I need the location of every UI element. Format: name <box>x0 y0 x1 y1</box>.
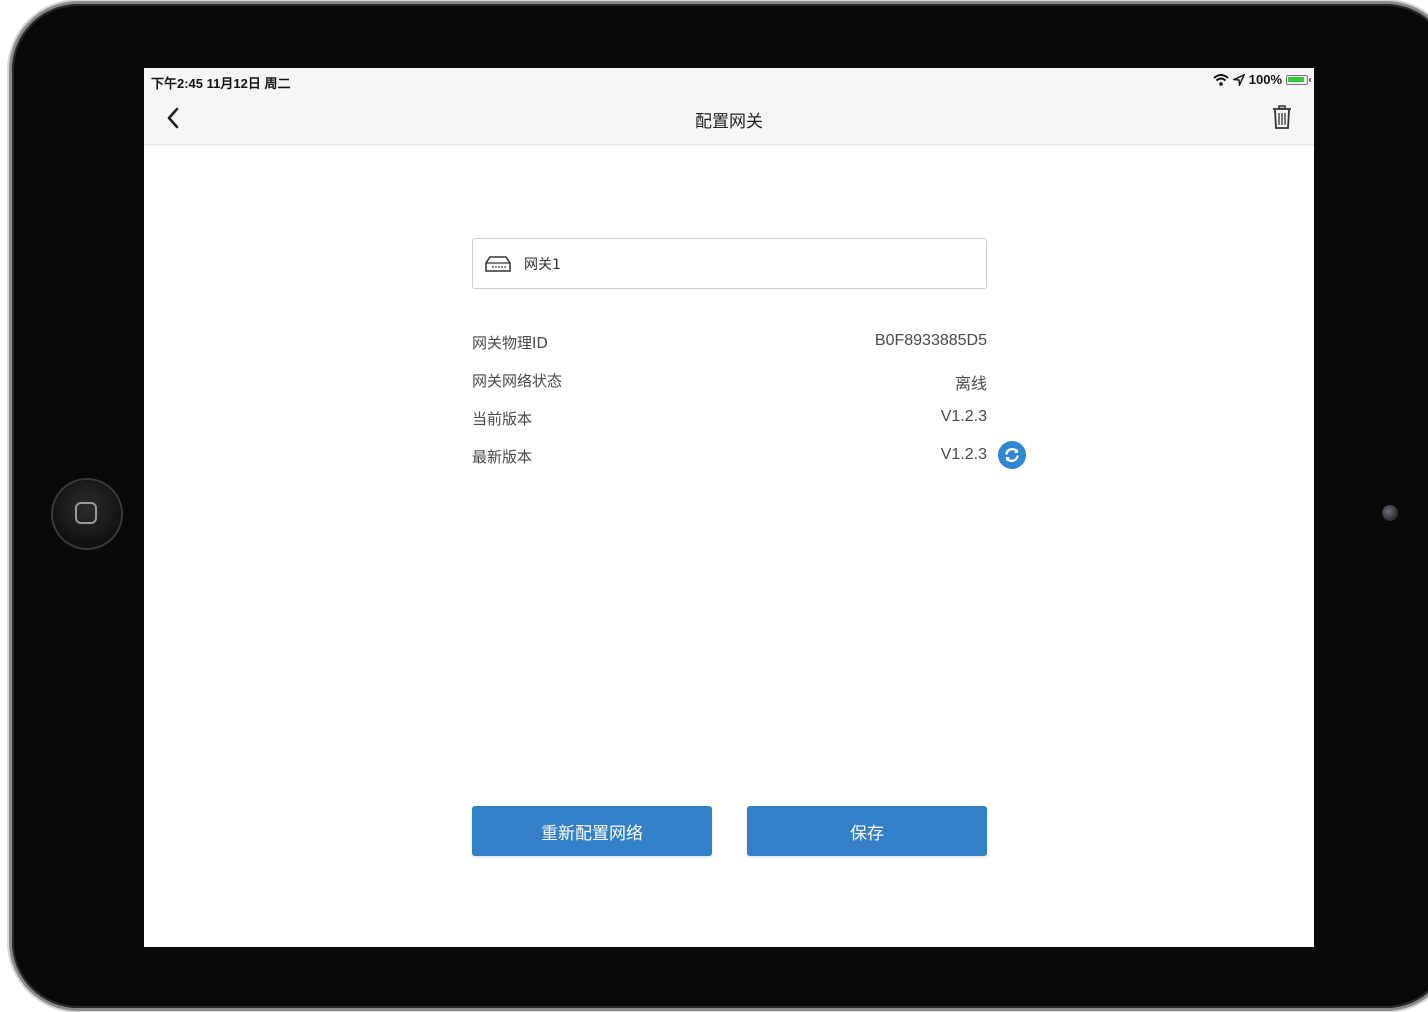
trash-icon <box>1273 105 1291 129</box>
current-version-row: 当前版本 V1.2.3 <box>472 408 987 430</box>
screen: 下午2:45 11月12日 周二 100% 配置网关 网关1 网关物理ID B0… <box>144 68 1314 947</box>
latest-version-row: 最新版本 V1.2.3 <box>472 446 987 468</box>
home-button-square-icon <box>75 502 97 524</box>
reconfigure-network-button[interactable]: 重新配置网络 <box>472 806 712 856</box>
network-status-value: 离线 <box>954 376 987 393</box>
save-button[interactable]: 保存 <box>747 806 987 856</box>
refresh-icon <box>1005 447 1019 463</box>
home-button[interactable] <box>53 480 121 548</box>
front-camera <box>1382 505 1398 521</box>
latest-version-value: V1.2.3 <box>940 446 987 463</box>
battery-percent: 100% <box>1248 72 1282 87</box>
status-bar: 下午2:45 11月12日 周二 100% <box>144 68 1314 92</box>
latest-version-label: 最新版本 <box>472 448 533 466</box>
gateway-name-field[interactable] <box>472 238 987 289</box>
status-indicators: 100% <box>1213 72 1311 87</box>
refresh-version-button[interactable] <box>998 441 1026 469</box>
gateway-icon <box>485 255 511 272</box>
network-status-label: 网关网络状态 <box>472 372 563 390</box>
physical-id-value: B0F8933885D5 <box>874 332 987 349</box>
status-time-date: 下午2:45 11月12日 周二 <box>151 76 291 91</box>
gateway-name-input[interactable] <box>522 254 966 273</box>
wifi-icon <box>1213 73 1229 86</box>
page-title: 配置网关 <box>695 112 763 132</box>
current-version-value: V1.2.3 <box>940 408 987 425</box>
battery-fill <box>1288 76 1304 82</box>
physical-id-row: 网关物理ID B0F8933885D5 <box>472 332 987 354</box>
navigation-bar: 配置网关 <box>144 92 1314 145</box>
battery-icon <box>1286 74 1311 85</box>
delete-button[interactable] <box>1270 104 1294 130</box>
network-status-row: 网关网络状态 离线 <box>472 370 987 393</box>
location-icon <box>1232 73 1245 86</box>
physical-id-label: 网关物理ID <box>472 334 548 352</box>
current-version-label: 当前版本 <box>472 410 533 428</box>
